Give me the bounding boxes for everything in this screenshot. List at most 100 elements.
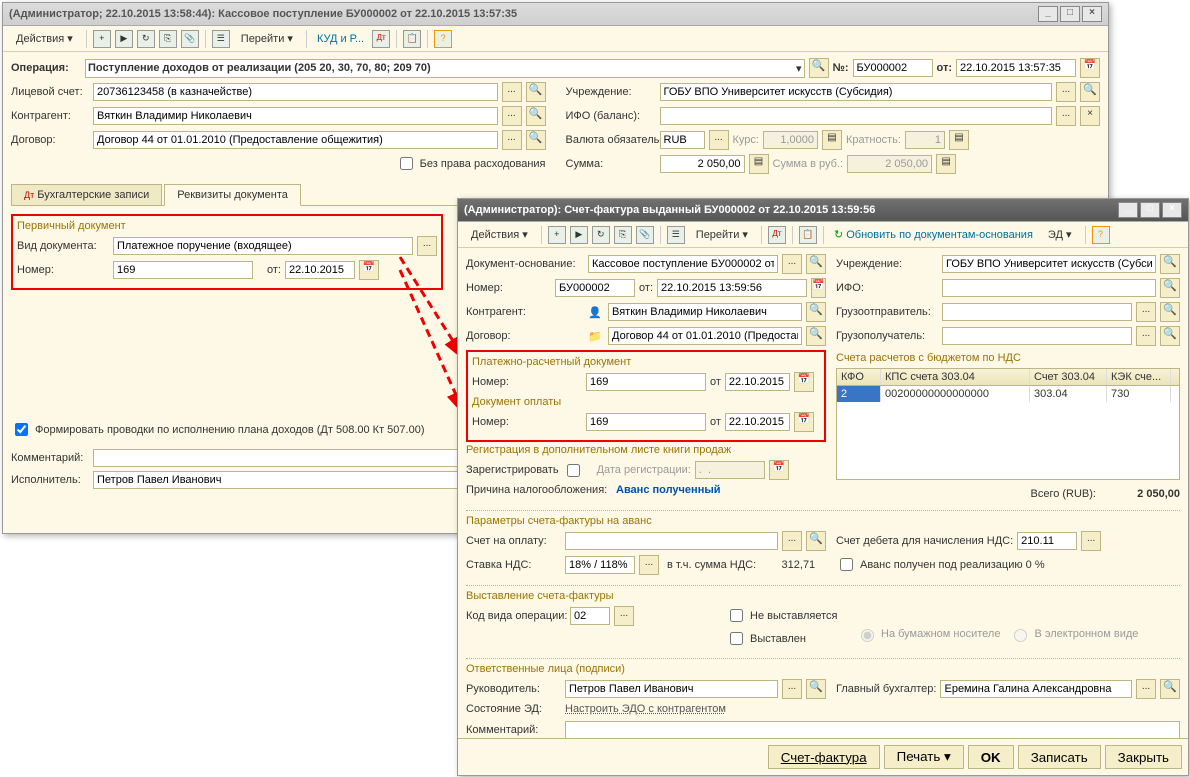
org-dots[interactable]: ... [1056, 82, 1076, 102]
date2-input[interactable] [657, 279, 807, 297]
date2-cal[interactable]: 📅 [811, 278, 826, 298]
account-input[interactable] [93, 83, 498, 101]
go-icon[interactable]: ▶ [115, 30, 133, 48]
basis-search[interactable]: 🔍 [806, 254, 826, 274]
attach-icon[interactable]: 📎 [181, 30, 199, 48]
ifo-clear[interactable]: × [1080, 106, 1100, 126]
acc-dots[interactable]: ... [782, 531, 802, 551]
date-input[interactable] [956, 59, 1076, 77]
tab-accounting[interactable]: Дт Бухгалтерские записи [11, 184, 162, 205]
rate-dots[interactable]: ... [639, 555, 659, 575]
goto-menu-2[interactable]: Перейти ▾ [689, 225, 755, 244]
basis-dots[interactable]: ... [782, 254, 802, 274]
reg-date-cal[interactable]: 📅 [769, 460, 789, 480]
ifo-dots[interactable]: ... [1056, 106, 1076, 126]
head-dots[interactable]: ... [782, 679, 802, 699]
print-button[interactable]: Печать ▾ [884, 745, 964, 769]
acc-input[interactable] [565, 532, 778, 550]
contr-dots[interactable]: ... [502, 106, 522, 126]
th-kps[interactable]: КПС счета 303.04 [881, 369, 1030, 385]
doctype-dots[interactable]: ... [417, 236, 437, 256]
receiver-input[interactable] [942, 327, 1132, 345]
minimize-button-2[interactable]: _ [1118, 202, 1138, 218]
org-search[interactable]: 🔍 [1080, 82, 1100, 102]
num2-input[interactable] [555, 279, 635, 297]
head-search[interactable]: 🔍 [806, 679, 826, 699]
add-icon[interactable]: + [93, 30, 111, 48]
th-acc[interactable]: Счет 303.04 [1030, 369, 1107, 385]
krat-btn[interactable]: ▤ [949, 130, 969, 150]
th-kek[interactable]: КЭК сче... [1107, 369, 1171, 385]
add-icon-2[interactable]: + [548, 226, 566, 244]
goto-menu[interactable]: Перейти ▾ [234, 29, 300, 48]
ed-menu[interactable]: ЭД ▾ [1041, 225, 1079, 244]
basis-input[interactable] [588, 255, 778, 273]
refresh-link[interactable]: ↻ Обновить по документам-основания [830, 226, 1037, 243]
contract-search[interactable]: 🔍 [526, 130, 546, 150]
pd-date-cal[interactable]: 📅 [794, 372, 814, 392]
copy-icon-2[interactable]: ⎘ [614, 226, 632, 244]
ifo-input[interactable] [660, 107, 1053, 125]
sumrub-btn[interactable]: ▤ [936, 154, 956, 174]
org-input[interactable] [660, 83, 1053, 101]
contract-dots[interactable]: ... [502, 130, 522, 150]
reg-check[interactable] [567, 464, 580, 477]
acc-search[interactable]: 🔍 [806, 531, 826, 551]
op-search-button[interactable]: 🔍 [809, 58, 829, 78]
docdate-cal[interactable]: 📅 [359, 260, 379, 280]
ok-button[interactable]: OK [968, 745, 1014, 769]
contr2-search[interactable]: 🔍 [806, 302, 826, 322]
kud-link[interactable]: КУД и Р... [313, 31, 368, 47]
sum-input[interactable] [660, 155, 745, 173]
calendar-button[interactable]: 📅 [1080, 58, 1100, 78]
save-button[interactable]: Записать [1018, 745, 1101, 769]
tab-requisites[interactable]: Реквизиты документа [164, 184, 301, 206]
close-button[interactable]: × [1082, 6, 1102, 22]
noissue-check[interactable] [730, 609, 743, 622]
nospend-check[interactable] [400, 157, 413, 170]
report-icon[interactable]: 📋 [403, 30, 421, 48]
th-kfo[interactable]: КФО [837, 369, 881, 385]
receiver-search[interactable]: 🔍 [1160, 326, 1180, 346]
acc2-dots[interactable]: ... [1136, 679, 1156, 699]
issued-check[interactable] [730, 632, 743, 645]
advance-check[interactable] [840, 558, 853, 571]
contract2-input[interactable] [608, 327, 802, 345]
head-input[interactable] [565, 680, 778, 698]
org2-search[interactable]: 🔍 [1160, 254, 1180, 274]
contract-input[interactable] [93, 131, 498, 149]
refresh-icon-2[interactable]: ↻ [592, 226, 610, 244]
copy-icon[interactable]: ⎘ [159, 30, 177, 48]
doctype-input[interactable] [113, 237, 413, 255]
table-row[interactable]: 2 00200000000000000 303.04 730 [837, 386, 1179, 402]
dt-icon-2[interactable]: Дт [768, 226, 786, 244]
contr-search[interactable]: 🔍 [526, 106, 546, 126]
opcode-input[interactable] [570, 607, 610, 625]
sender-input[interactable] [942, 303, 1132, 321]
actions-menu[interactable]: Действия ▾ [9, 29, 80, 48]
ifo2-search[interactable]: 🔍 [1160, 278, 1180, 298]
receiver-dots[interactable]: ... [1136, 326, 1156, 346]
vat-table[interactable]: КФО КПС счета 303.04 Счет 303.04 КЭК сче… [836, 368, 1180, 480]
actions-menu-2[interactable]: Действия ▾ [464, 225, 535, 244]
opcode-dots[interactable]: ... [614, 606, 634, 626]
acc2-search[interactable]: 🔍 [1160, 679, 1180, 699]
report-icon-2[interactable]: 📋 [799, 226, 817, 244]
invoice-button[interactable]: Счет-фактура [768, 745, 880, 769]
org2-input[interactable] [942, 255, 1156, 273]
acc2-input[interactable] [940, 680, 1132, 698]
ifo2-input[interactable] [942, 279, 1156, 297]
maximize-button[interactable]: □ [1060, 6, 1080, 22]
sum-btn[interactable]: ▤ [749, 154, 769, 174]
account-dots[interactable]: ... [502, 82, 522, 102]
docdate-input[interactable] [285, 261, 355, 279]
val-input[interactable] [660, 131, 705, 149]
sender-dots[interactable]: ... [1136, 302, 1156, 322]
po-num-input[interactable] [586, 413, 706, 431]
debit-input[interactable] [1017, 532, 1077, 550]
help-icon-2[interactable]: ? [1092, 226, 1110, 244]
help-icon[interactable]: ? [434, 30, 452, 48]
contr-input[interactable] [93, 107, 498, 125]
close-button-footer[interactable]: Закрыть [1105, 745, 1182, 769]
docnum-input[interactable] [113, 261, 253, 279]
